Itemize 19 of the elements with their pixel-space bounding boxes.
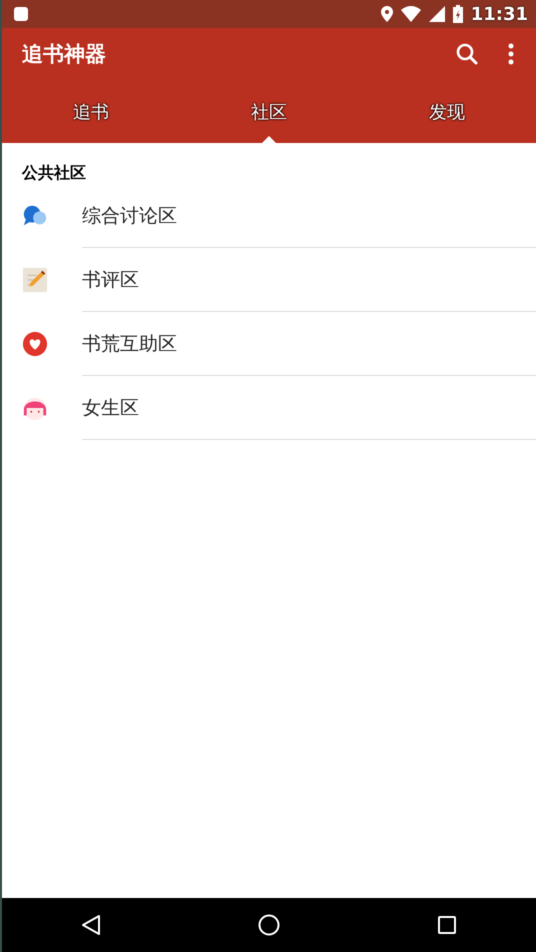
section-title: 公共社区 bbox=[22, 163, 87, 184]
signal-icon bbox=[428, 6, 445, 22]
community-item[interactable]: 综合讨论区 bbox=[82, 184, 536, 248]
clock-time: 11:31 bbox=[470, 4, 528, 24]
girl-avatar-icon bbox=[22, 395, 48, 421]
community-item[interactable]: 女生区 bbox=[82, 376, 536, 440]
more-icon bbox=[508, 43, 514, 65]
notification-icon bbox=[14, 7, 28, 21]
location-icon bbox=[380, 6, 393, 22]
community-item[interactable]: 书荒互助区 bbox=[82, 312, 536, 376]
battery-icon bbox=[452, 5, 463, 23]
tab[interactable]: 发现 bbox=[358, 80, 536, 143]
tab[interactable]: 社区 bbox=[180, 80, 358, 143]
pencil-note-icon bbox=[22, 267, 48, 293]
wifi-icon bbox=[400, 6, 421, 22]
app-title: 追书神器 bbox=[22, 41, 107, 68]
community-item[interactable]: 书评区 bbox=[82, 248, 536, 312]
search-icon bbox=[456, 43, 478, 65]
tab[interactable]: 追书 bbox=[2, 80, 180, 143]
